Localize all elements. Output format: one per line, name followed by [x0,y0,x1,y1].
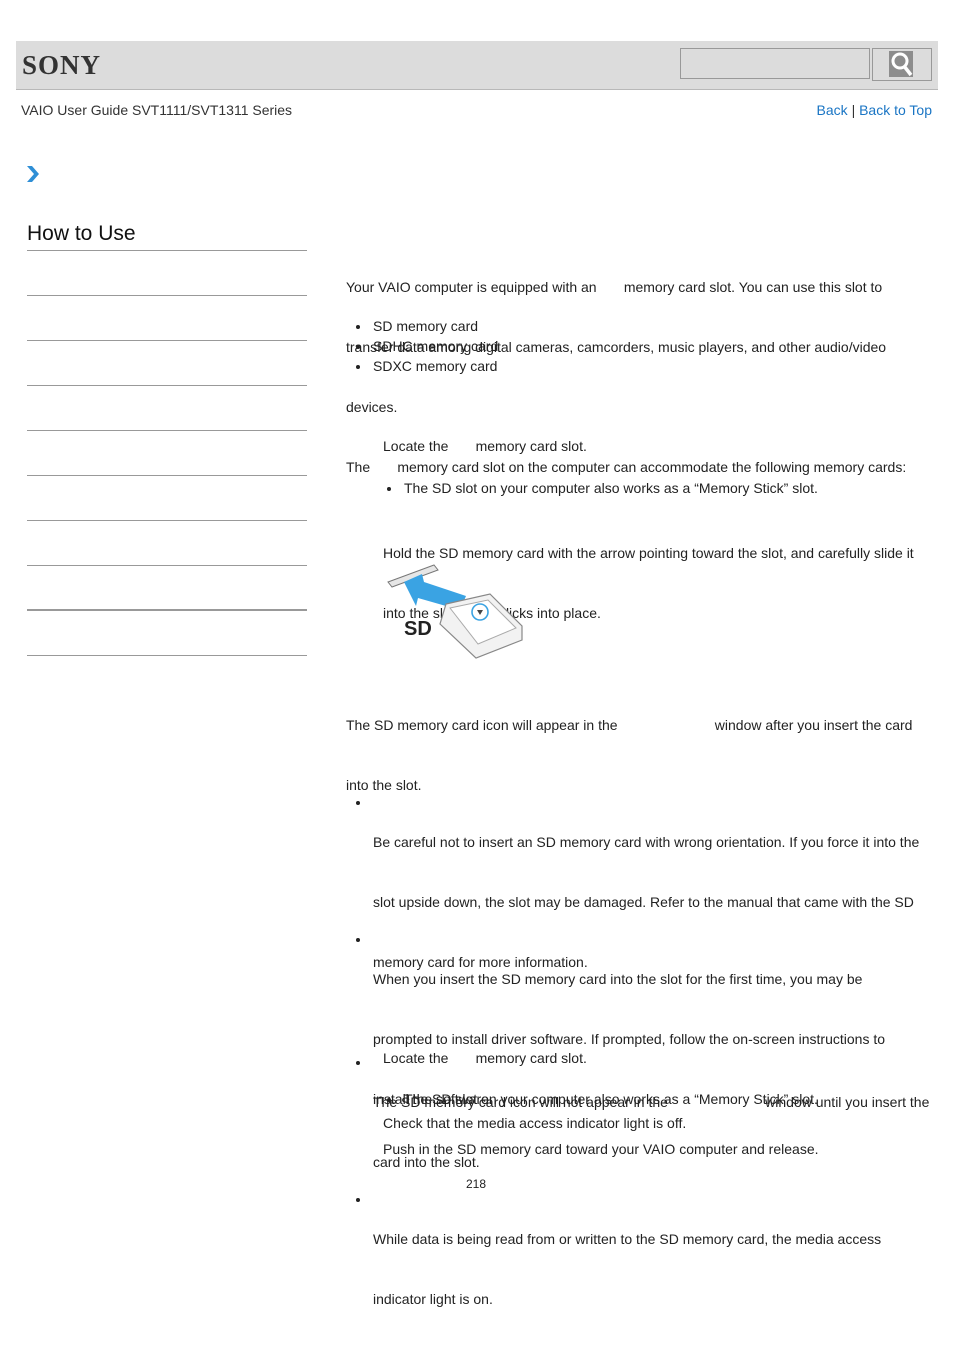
sony-logo: SONY [22,50,102,80]
sidebar-item[interactable] [27,566,307,611]
remove-step-1-note: The SD slot on your computer also works … [377,1089,818,1109]
sd-card-illustration: SD [386,560,526,660]
top-links: Back | Back to Top [817,102,932,118]
remove-step-3: Push in the SD memory card toward your V… [383,1141,819,1157]
hint-line: While data is being read from or written… [373,1231,882,1247]
list-item: SD memory card [346,316,498,336]
hint-line: indicator light is on. [373,1291,493,1307]
sd-card-insert-icon [387,564,523,659]
hint-line: prompted to install driver software. If … [373,1031,886,1047]
insert-step-1-note: The SD slot on your computer also works … [377,478,818,498]
card-types-list: SD memory card SDHC memory card SDXC mem… [346,316,498,376]
sidebar-item[interactable] [27,611,307,656]
search-button[interactable] [872,48,932,81]
hint-item: While data is being read from or written… [346,1189,885,1349]
back-to-top-link[interactable]: Back to Top [859,102,932,118]
list-item: The SD slot on your computer also works … [377,478,818,498]
sidebar-item[interactable] [27,341,307,386]
list-item: SDXC memory card [346,356,498,376]
search-input[interactable] [680,48,870,79]
sidebar-heading: How to Use [27,222,307,251]
guide-title: VAIO User Guide SVT1111/SVT1311 Series [21,102,293,118]
sidebar-item[interactable] [27,431,307,476]
sidebar: How to Use [27,222,307,656]
remove-step-1: Locate the memory card slot. [383,1050,587,1066]
slot-line: The memory card slot on the computer can… [346,459,907,475]
sidebar-item[interactable] [27,296,307,341]
search-icon [889,50,913,77]
chevron-right-icon[interactable] [26,165,40,183]
sidebar-item[interactable] [27,386,307,431]
hint-line: When you insert the SD memory card into … [373,971,863,987]
site-header: SONY [16,41,938,90]
page-number: 218 [466,1177,487,1191]
list-item: SDHC memory card [346,336,498,356]
sidebar-item[interactable] [27,476,307,521]
list-item: The SD slot on your computer also works … [377,1089,818,1109]
link-separator: | [851,102,856,118]
back-link[interactable]: Back [817,102,848,118]
intro-line: devices. [346,399,398,415]
insert-step-1: Locate the memory card slot. [383,438,587,454]
sidebar-item[interactable] [27,251,307,296]
note-line: Be careful not to insert an SD memory ca… [373,834,920,850]
sd-label: SD [404,618,432,640]
remove-step-2: Check that the media access indicator li… [383,1115,687,1131]
sidebar-item[interactable] [27,521,307,566]
intro-line: Your VAIO computer is equipped with an m… [346,279,883,295]
step-line: The SD memory card icon will appear in t… [346,717,913,733]
